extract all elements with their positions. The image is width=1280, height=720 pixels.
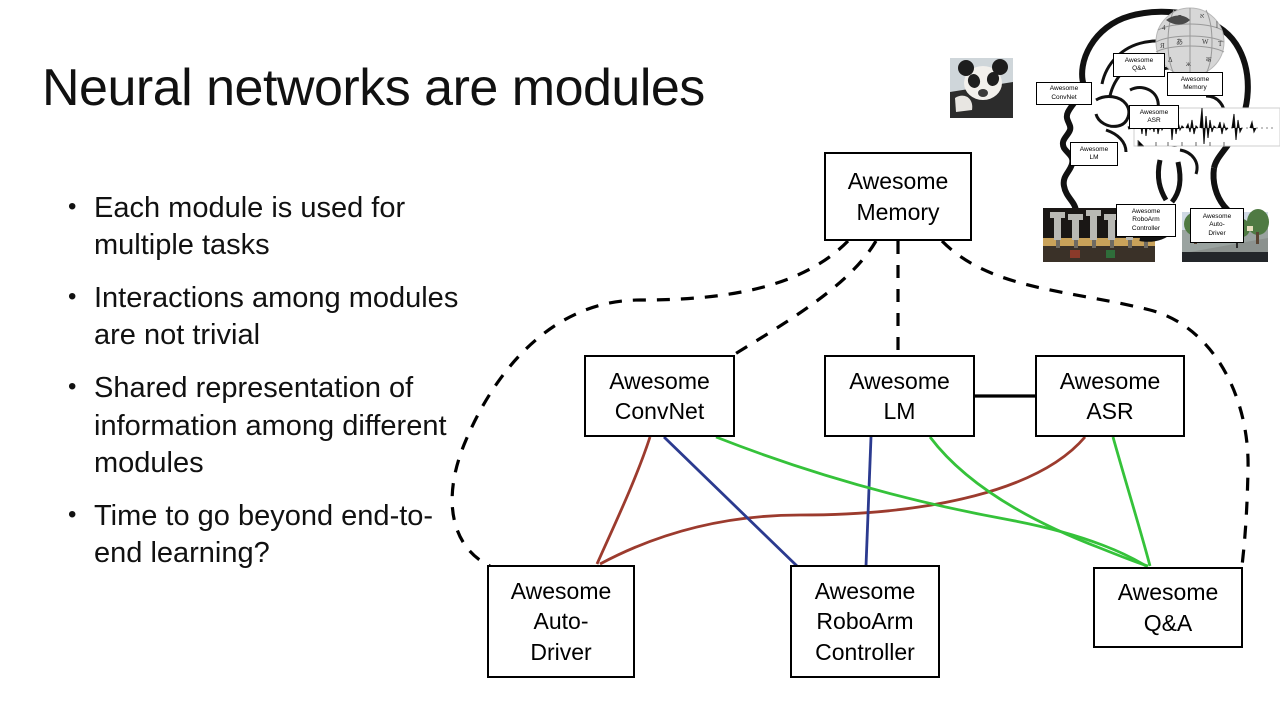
node-label-line1: Awesome [847,168,949,195]
node-awesome-qa[interactable]: Awesome Q&A [1093,567,1243,648]
svg-text:Τ: Τ [1218,40,1223,48]
node-awesome-memory[interactable]: Awesome Memory [824,152,972,241]
red-edge-asr-autodriver [599,436,1087,566]
node-label-line1: Awesome [814,577,916,604]
brain-label-line1: Awesome [1124,56,1154,64]
node-label-line3: Driver [530,638,592,665]
brain-label-memory: Awesome Memory [1167,72,1223,96]
svg-text:ж: ж [1185,60,1191,68]
brain-label-convnet: Awesome ConvNet [1036,82,1092,105]
green-edge-convnet-qa [715,435,1147,568]
brain-label-line1: Awesome [1131,208,1161,216]
node-awesome-lm[interactable]: Awesome LM [824,355,975,437]
brain-label-line1: Awesome [1202,213,1232,221]
node-label-line1: Awesome [609,367,710,394]
node-label-line2: Auto- [533,608,589,635]
svg-text:Δ: Δ [1168,56,1173,64]
blue-edge-lm-roboarm [864,436,873,567]
node-label-line1: Awesome [849,367,950,394]
svg-text:Я: Я [1160,42,1165,50]
brain-label-line3: Controller [1131,224,1161,232]
svg-text:أ: أ [1216,20,1218,30]
node-label-line3: Controller [815,638,915,665]
green-edge-lm-qa [928,436,1149,568]
red-edge-convnet-autodriver [595,436,652,565]
node-label-line1: Awesome [1059,367,1161,394]
node-label-line2: Memory [856,198,940,225]
brain-label-line2: LM [1089,154,1099,161]
green-edge-asr-qa [1111,436,1152,567]
blue-edge-convnet-roboarm [663,435,798,568]
svg-text:あ: あ [1176,38,1183,46]
brain-label-line1: Awesome [1049,85,1079,93]
svg-text:4: 4 [1162,24,1166,32]
brain-label-line1: Awesome [1180,75,1210,83]
brain-label-roboarm: Awesome RoboArm Controller [1116,204,1176,237]
brain-label-line1: Awesome [1139,108,1169,116]
node-label-line2: LM [883,398,916,424]
node-awesome-auto-driver[interactable]: Awesome Auto- Driver [487,565,635,678]
node-label-line2: ConvNet [614,398,705,424]
brain-label-line3: Driver [1208,229,1226,237]
brain-label-line2: ASR [1147,117,1161,124]
node-label-line1: Awesome [1117,579,1219,606]
dashed-edge-memory-convnet [734,240,878,356]
brain-label-line2: Memory [1183,84,1207,91]
brain-label-line2: Auto- [1209,221,1225,229]
node-label-line1: Awesome [510,577,612,604]
slide-canvas: Neural networks are modules • Each modul… [0,0,1280,720]
brain-label-auto-driver: Awesome Auto- Driver [1190,208,1244,243]
svg-text:क: क [1206,56,1212,64]
node-awesome-roboarm-controller[interactable]: Awesome RoboArm Controller [790,565,940,678]
brain-label-lm: Awesome LM [1070,142,1118,166]
brain-label-line2: ConvNet [1051,93,1077,101]
node-label-line2: ASR [1086,398,1134,424]
brain-label-line2: Q&A [1132,65,1146,72]
brain-label-line2: RoboArm [1132,216,1160,224]
svg-text:א: א [1200,12,1204,20]
brain-label-qa: Awesome Q&A [1113,53,1165,77]
panda-photo [950,58,1013,118]
brain-label-asr: Awesome ASR [1129,105,1179,129]
node-label-line2: RoboArm [816,608,914,635]
brain-figure: 47 אأ Яあ WΤ Δж क [1010,0,1280,280]
brain-label-line1: Awesome [1079,145,1109,153]
node-awesome-convnet[interactable]: Awesome ConvNet [584,355,735,437]
node-awesome-asr[interactable]: Awesome ASR [1035,355,1185,437]
node-label-line2: Q&A [1143,609,1193,636]
svg-text:W: W [1202,38,1209,46]
